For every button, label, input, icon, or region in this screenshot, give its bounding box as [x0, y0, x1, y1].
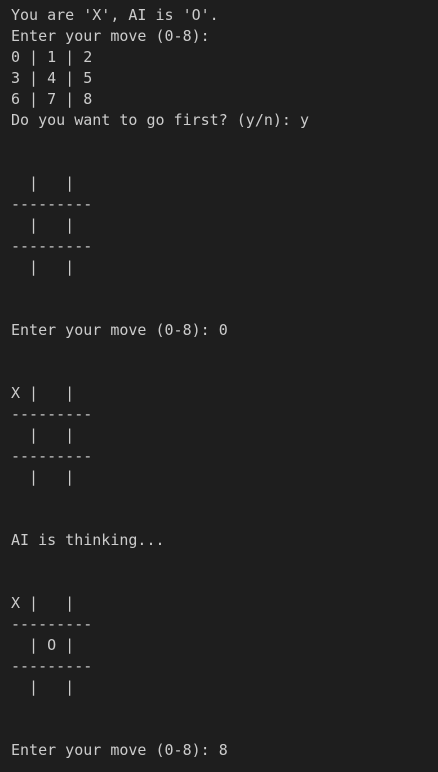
board-2-row-2: | |: [11, 426, 75, 444]
board-1-row-2: | |: [11, 216, 75, 234]
board-2-row-3: | |: [11, 468, 75, 486]
board-guide-row-1: 0 | 1 | 2: [11, 48, 93, 66]
board-1-row-3: | |: [11, 258, 75, 276]
move-prompt-2: Enter your move (0-8): 8: [11, 741, 228, 759]
board-3-row-2: | O |: [11, 636, 75, 654]
board-3-separator: ---------: [11, 615, 93, 633]
board-guide-row-3: 6 | 7 | 8: [11, 90, 93, 108]
board-3-row-1: X | |: [11, 594, 75, 612]
board-guide-row-2: 3 | 4 | 5: [11, 69, 93, 87]
prompt-line: Enter your move (0-8):: [11, 27, 210, 45]
ai-thinking-line: AI is thinking...: [11, 531, 165, 549]
intro-line: You are 'X', AI is 'O'.: [11, 6, 219, 24]
board-1-separator: ---------: [11, 237, 93, 255]
board-3-separator: ---------: [11, 657, 93, 675]
board-3-row-3: | |: [11, 678, 75, 696]
move-prompt-1: Enter your move (0-8): 0: [11, 321, 228, 339]
board-2-separator: ---------: [11, 447, 93, 465]
board-1-separator: ---------: [11, 195, 93, 213]
terminal-window[interactable]: You are 'X', AI is 'O'. Enter your move …: [0, 0, 438, 772]
board-2-row-1: X | |: [11, 384, 75, 402]
board-1-row-1: | |: [11, 174, 75, 192]
go-first-prompt: Do you want to go first? (y/n): y: [11, 111, 310, 129]
board-2-separator: ---------: [11, 405, 93, 423]
